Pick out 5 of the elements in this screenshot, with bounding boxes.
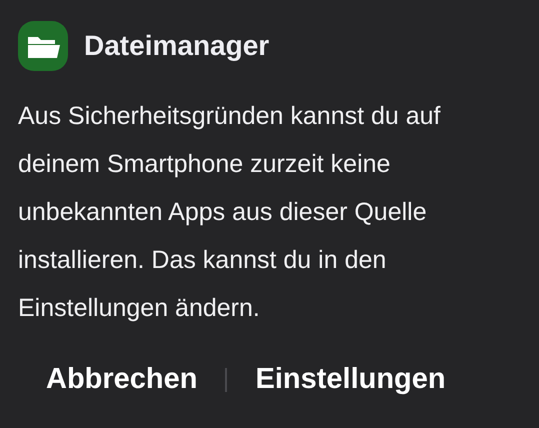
dialog-message: Aus Sicherheitsgründen kannst du auf deinem Smartphone zurzeit keine unbekannten Apps aus dieser Quelle installieren. Das kannst du in den Einstellungen ändern. <box>18 101 442 324</box>
dialog-title: Dateimanager <box>84 29 270 63</box>
dialog-button[interactable]: Abbrechen <box>46 352 198 408</box>
folder-icon <box>18 21 68 71</box>
dialog-button[interactable]: Einstellungen <box>255 352 446 408</box>
